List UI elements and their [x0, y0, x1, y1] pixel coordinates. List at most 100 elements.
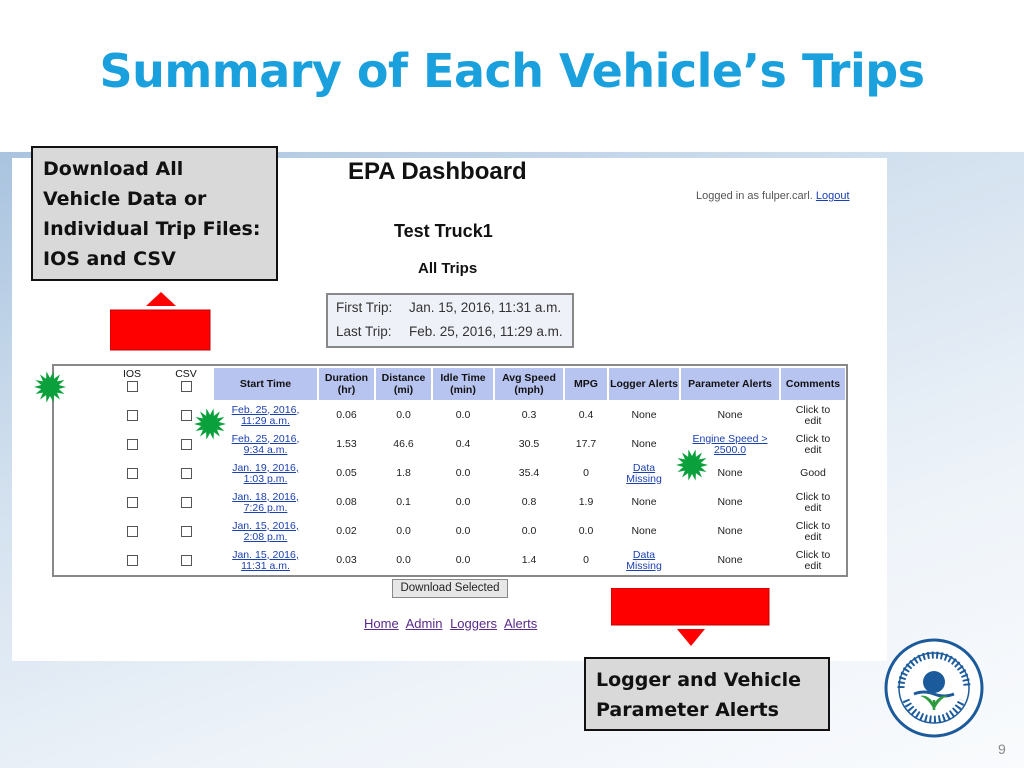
- idle-cell: 0.0: [455, 525, 471, 537]
- table-row: Jan. 15, 2016, 11:31 a.m. 0.03 0.0 0.0 1.4 0 Da…: [54, 547, 845, 574]
- trip-link[interactable]: Feb. 25, 2016, 9:34 a.m.: [232, 433, 300, 456]
- nav-home-link[interactable]: Home: [364, 616, 399, 631]
- duration-cell: 0.03: [336, 554, 357, 566]
- checkbox-icon[interactable]: [126, 467, 138, 479]
- cell-text: edit: [804, 443, 822, 456]
- checkbox-icon[interactable]: [180, 409, 192, 421]
- header-parameter-alerts[interactable]: Parameter Alerts: [681, 368, 779, 400]
- epa-seal-icon: [884, 638, 984, 738]
- cell-text: edit: [804, 530, 822, 543]
- cell-text: edit: [804, 414, 822, 427]
- slide-title: Summary of Each Vehicle’s Trips: [99, 44, 925, 98]
- header-avg-speed[interactable]: Avg Speed (mph): [495, 368, 563, 400]
- checkbox-icon[interactable]: [180, 438, 192, 450]
- star-burst-icon: [34, 371, 66, 403]
- nav-admin-link[interactable]: Admin: [406, 616, 443, 631]
- duration-cell: 0.02: [336, 525, 357, 537]
- distance-cell: 0.1: [396, 496, 411, 508]
- trip-link[interactable]: Feb. 25, 2016, 11:29 a.m.: [232, 404, 300, 427]
- first-trip-label: First Trip:: [336, 300, 393, 315]
- checkbox-icon[interactable]: [180, 467, 192, 479]
- speed-cell: 0.8: [521, 496, 537, 508]
- checkbox-icon[interactable]: [180, 380, 192, 392]
- csv-checkbox-cell: [160, 460, 212, 487]
- first-trip-row: First Trip: Jan. 15, 2016, 11:31 a.m.: [336, 300, 561, 315]
- download-callout-line: IOS and CSV: [43, 248, 176, 270]
- comments-cell[interactable]: Click to edit: [781, 489, 845, 516]
- cell-text: Missing: [626, 472, 662, 485]
- up-arrow-icon: [110, 292, 211, 351]
- checkbox-icon[interactable]: [126, 496, 138, 508]
- header-speed-unit: (mph): [514, 384, 544, 396]
- cell-text: None: [717, 496, 743, 508]
- comments-cell[interactable]: Click to edit: [781, 402, 845, 429]
- comments-cell[interactable]: Click to edit: [781, 431, 845, 458]
- header-idle-time[interactable]: Idle Time (min): [433, 368, 493, 400]
- logger-alert-link[interactable]: Data Missing: [626, 462, 662, 485]
- speed-cell: 0.3: [521, 409, 537, 421]
- idle-cell: 0.0: [455, 496, 471, 508]
- star-burst-icon: [676, 449, 708, 481]
- logger-alerts-cell: None: [609, 402, 679, 429]
- parameter-alerts-cell: None: [681, 547, 779, 574]
- speed-cell: 30.5: [518, 438, 540, 450]
- header-duration[interactable]: Duration (hr): [319, 368, 374, 400]
- down-arrow-icon: [611, 588, 770, 646]
- table-header-row: IOS CSV Start Time Duration (hr) Distance…: [54, 368, 845, 400]
- trip-link[interactable]: Jan. 19, 2016, 1:03 p.m.: [232, 462, 299, 485]
- slide-number: 9: [998, 741, 1006, 757]
- start-time-cell: Jan. 19, 2016, 1:03 p.m.: [214, 460, 317, 487]
- table-row: Feb. 25, 2016, 11:29 a.m. 0.06 0.0 0.0 0.3 0.4…: [54, 402, 845, 429]
- trip-link[interactable]: Jan. 15, 2016, 2:08 p.m.: [232, 520, 299, 543]
- checkbox-icon[interactable]: [126, 554, 138, 566]
- logged-in-text: Logged in as fulper.carl.: [696, 190, 813, 202]
- ios-checkbox-cell: [106, 518, 158, 545]
- csv-checkbox-cell: [160, 547, 212, 574]
- checkbox-icon[interactable]: [126, 438, 138, 450]
- mpg-cell: 0: [583, 554, 589, 566]
- mpg-cell: 0: [583, 467, 589, 479]
- checkbox-icon[interactable]: [180, 554, 192, 566]
- idle-cell: 0.0: [455, 409, 471, 421]
- trip-link[interactable]: Jan. 18, 2016, 7:26 p.m.: [232, 491, 299, 514]
- vehicle-name: Test Truck1: [394, 221, 493, 241]
- nav-alerts-link[interactable]: Alerts: [504, 616, 537, 631]
- header-comments[interactable]: Comments: [781, 368, 845, 400]
- download-selected-button[interactable]: Download Selected: [392, 579, 508, 598]
- logger-alerts-cell: None: [609, 431, 679, 458]
- logout-link[interactable]: Logout: [816, 190, 850, 202]
- comments-cell[interactable]: Click to edit: [781, 547, 845, 574]
- checkbox-icon[interactable]: [180, 525, 192, 537]
- ios-checkbox-cell: [106, 547, 158, 574]
- header-logger-alerts[interactable]: Logger Alerts: [609, 368, 679, 400]
- idle-cell: 0.0: [455, 554, 471, 566]
- parameter-alerts-cell: None: [681, 489, 779, 516]
- cell-text: None: [631, 496, 657, 508]
- csv-checkbox-cell: [160, 489, 212, 516]
- nav-loggers-link[interactable]: Loggers: [450, 616, 497, 631]
- alerts-callout-line: Parameter Alerts: [596, 699, 779, 721]
- checkbox-icon[interactable]: [126, 380, 138, 392]
- header-distance[interactable]: Distance (mi): [376, 368, 431, 400]
- table-row: Feb. 25, 2016, 9:34 a.m. 1.53 46.6 0.4 30.5 17…: [54, 431, 845, 458]
- logger-alert-link[interactable]: Data Missing: [626, 549, 662, 572]
- start-time-cell: Feb. 25, 2016, 9:34 a.m.: [214, 431, 317, 458]
- checkbox-icon[interactable]: [126, 409, 138, 421]
- header-start-time[interactable]: Start Time: [214, 368, 317, 400]
- trips-table: IOS CSV Start Time Duration (hr) Distance…: [52, 366, 847, 576]
- comments-cell[interactable]: Good: [781, 460, 845, 487]
- header-ios: IOS: [106, 368, 158, 400]
- trip-link[interactable]: Jan. 15, 2016, 11:31 a.m.: [232, 549, 299, 572]
- header-duration-label: Duration: [324, 372, 369, 384]
- ios-checkbox-cell: [106, 402, 158, 429]
- cell-text: 2:08 p.m.: [243, 530, 288, 543]
- checkbox-icon[interactable]: [126, 525, 138, 537]
- distance-cell: 1.8: [396, 467, 411, 479]
- table-row: Jan. 19, 2016, 1:03 p.m. 0.05 1.8 0.0 35.4 0 Da…: [54, 460, 845, 487]
- idle-cell: 0.0: [455, 467, 471, 479]
- cell-text: 11:29 a.m.: [241, 414, 290, 427]
- comments-cell[interactable]: Click to edit: [781, 518, 845, 545]
- checkbox-icon[interactable]: [180, 496, 192, 508]
- header-mpg[interactable]: MPG: [565, 368, 607, 400]
- distance-cell: 0.0: [396, 554, 411, 566]
